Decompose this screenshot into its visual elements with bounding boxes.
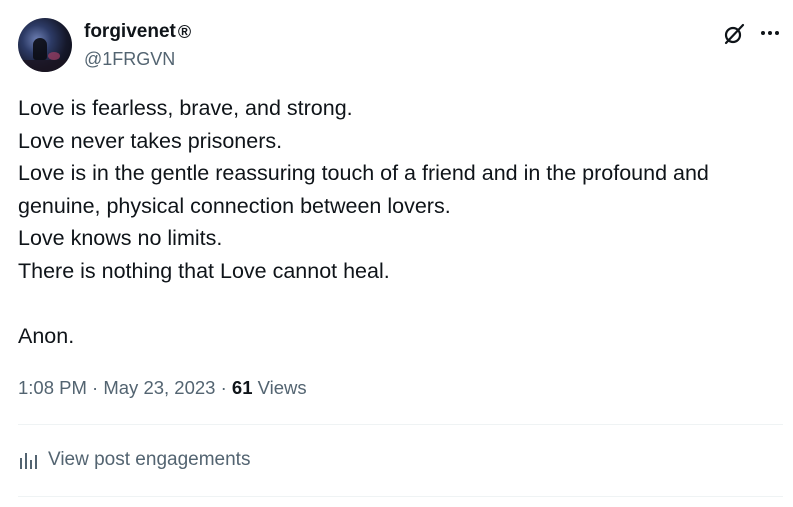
tweet-line: Love is fearless, brave, and strong.	[18, 96, 353, 120]
more-horizontal-icon[interactable]	[756, 22, 784, 44]
registered-badge: ®	[177, 22, 192, 42]
meta-separator: ·	[92, 377, 99, 398]
tweet-text: Love is fearless, brave, and strong. Lov…	[18, 92, 788, 352]
tweet-line: Love is in the gentle reassuring touch o…	[18, 161, 709, 185]
views-label: Views	[257, 377, 307, 398]
divider	[18, 424, 783, 425]
tweet-time[interactable]: 1:08 PM	[18, 377, 87, 398]
author-display-name[interactable]: forgivenet ®	[84, 20, 191, 44]
views-count: 61	[231, 377, 253, 398]
tweet-meta: 1:08 PM · May 23, 2023 · 61 Views	[18, 376, 307, 400]
tweet-line: genuine, physical connection between lov…	[18, 193, 451, 218]
author-handle[interactable]: @1FRGVN	[84, 48, 175, 70]
tweet-line: Love never takes prisoners.	[18, 128, 283, 153]
view-post-engagements-button[interactable]: View post engagements	[18, 448, 250, 472]
tweet-line: There is nothing that Love cannot heal.	[18, 258, 390, 283]
view-post-engagements-label: View post engagements	[48, 449, 251, 470]
bar-chart-icon	[20, 453, 37, 469]
author-name-text[interactable]: forgivenet	[84, 20, 176, 44]
avatar[interactable]	[18, 18, 72, 72]
meta-separator: ·	[220, 377, 227, 398]
tweet-line: Love knows no limits.	[18, 226, 223, 250]
tweet-date[interactable]: May 23, 2023	[103, 377, 215, 398]
avatar-floor	[18, 60, 72, 72]
grok-icon[interactable]	[722, 22, 746, 46]
avatar-figure	[33, 38, 47, 60]
tweet-line: Anon.	[18, 323, 75, 348]
avatar-light	[48, 52, 60, 60]
divider	[18, 496, 783, 497]
